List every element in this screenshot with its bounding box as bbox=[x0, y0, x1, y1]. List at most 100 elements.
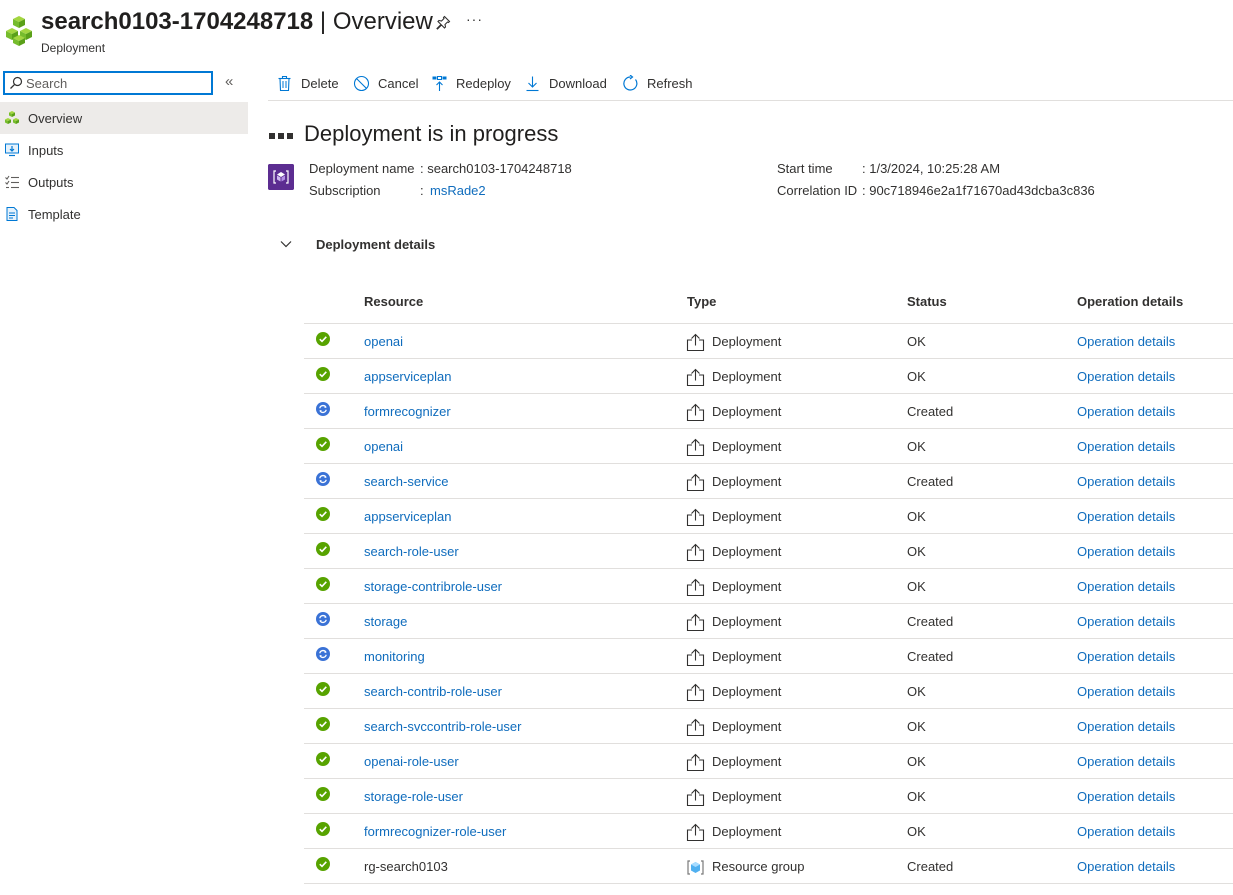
table-row: monitoring Deployment Created Operation det… bbox=[304, 639, 1233, 674]
table-row: search-role-user Deployment OK Operation de… bbox=[304, 534, 1233, 569]
status-text: OK bbox=[907, 684, 926, 699]
deployment-upload-icon bbox=[686, 368, 705, 387]
correlation-id-value: : 90c718946e2a1f71670ad43dcba3c836 bbox=[862, 183, 1095, 198]
operation-details-link[interactable]: Operation details bbox=[1077, 754, 1175, 769]
deployment-upload-icon bbox=[686, 648, 705, 667]
check-circle-icon bbox=[316, 577, 330, 591]
in-progress-icon bbox=[316, 402, 330, 416]
deployment-upload-icon bbox=[686, 718, 705, 737]
refresh-button[interactable]: Refresh bbox=[622, 72, 693, 94]
check-circle-icon bbox=[316, 682, 330, 696]
resource-link[interactable]: openai-role-user bbox=[364, 754, 459, 769]
resource-type: Deployment bbox=[712, 719, 782, 734]
check-circle-icon bbox=[316, 787, 330, 801]
operation-details-link[interactable]: Operation details bbox=[1077, 824, 1175, 839]
cancel-label: Cancel bbox=[378, 75, 419, 91]
redeploy-button[interactable]: Redeploy bbox=[431, 72, 511, 94]
sidebar-item-template[interactable]: Template bbox=[0, 198, 248, 230]
column-header-type[interactable]: Type bbox=[687, 294, 716, 309]
resource-link[interactable]: search-contrib-role-user bbox=[364, 684, 502, 699]
sidebar-item-inputs[interactable]: Inputs bbox=[0, 134, 248, 166]
resource-link[interactable]: openai bbox=[364, 334, 403, 349]
resource-link[interactable]: appserviceplan bbox=[364, 369, 451, 384]
page-header: search0103-1704248718 | Overview Deploym… bbox=[0, 0, 1233, 62]
operation-details-link[interactable]: Operation details bbox=[1077, 719, 1175, 734]
sidebar-search[interactable] bbox=[3, 71, 213, 95]
redeploy-label: Redeploy bbox=[456, 75, 511, 91]
deployment-upload-icon bbox=[686, 823, 705, 842]
table-body: openai Deployment OK Operation details appse… bbox=[304, 324, 1233, 884]
deployment-details-table: Resource Type Status Operation details o… bbox=[304, 283, 1233, 884]
operation-details-link[interactable]: Operation details bbox=[1077, 439, 1175, 454]
resource-link[interactable]: openai bbox=[364, 439, 403, 454]
resource-type: Deployment bbox=[712, 684, 782, 699]
operation-details-link[interactable]: Operation details bbox=[1077, 474, 1175, 489]
operation-details-link[interactable]: Operation details bbox=[1077, 334, 1175, 349]
page-subtitle: Deployment bbox=[41, 41, 106, 55]
column-header-resource[interactable]: Resource bbox=[364, 294, 423, 309]
resource-link[interactable]: storage-contribrole-user bbox=[364, 579, 502, 594]
resource-link[interactable]: appserviceplan bbox=[364, 509, 451, 524]
status-text: OK bbox=[907, 439, 926, 454]
resource-link[interactable]: monitoring bbox=[364, 649, 425, 664]
collapse-sidebar-button[interactable]: « bbox=[225, 73, 233, 90]
search-input[interactable] bbox=[26, 74, 208, 92]
resource-link[interactable]: search-svccontrib-role-user bbox=[364, 719, 522, 734]
more-options-button[interactable]: ··· bbox=[466, 11, 483, 27]
resource-link[interactable]: formrecognizer bbox=[364, 404, 451, 419]
command-bar: Delete Cancel Redeploy Download Refresh bbox=[268, 62, 1233, 101]
status-text: OK bbox=[907, 789, 926, 804]
sidebar-item-overview[interactable]: Overview bbox=[0, 102, 248, 134]
operation-details-link[interactable]: Operation details bbox=[1077, 684, 1175, 699]
table-row: rg-search0103 Resource group Created Operat… bbox=[304, 849, 1233, 884]
resource-type: Deployment bbox=[712, 614, 782, 629]
redeploy-icon bbox=[432, 75, 447, 91]
resource-link[interactable]: formrecognizer-role-user bbox=[364, 824, 506, 839]
download-button[interactable]: Download bbox=[524, 72, 607, 94]
resource-type: Deployment bbox=[712, 509, 782, 524]
pin-icon[interactable] bbox=[435, 15, 451, 31]
status-text: Created bbox=[907, 859, 954, 874]
status-text: OK bbox=[907, 824, 926, 839]
delete-button[interactable]: Delete bbox=[276, 72, 339, 94]
resource-type: Deployment bbox=[712, 789, 782, 804]
deployment-upload-icon bbox=[686, 613, 705, 632]
operation-details-link[interactable]: Operation details bbox=[1077, 369, 1175, 384]
operation-details-link[interactable]: Operation details bbox=[1077, 859, 1175, 874]
operation-details-link[interactable]: Operation details bbox=[1077, 789, 1175, 804]
resource-link[interactable]: search-role-user bbox=[364, 544, 459, 559]
chevron-down-icon[interactable] bbox=[279, 237, 293, 251]
table-row: storage Deployment Created Operation detail… bbox=[304, 604, 1233, 639]
operation-details-link[interactable]: Operation details bbox=[1077, 509, 1175, 524]
sidebar-item-label: Inputs bbox=[28, 143, 64, 158]
resource-link[interactable]: storage bbox=[364, 614, 407, 629]
sidebar-item-label: Outputs bbox=[28, 175, 74, 190]
table-row: storage-contribrole-user Deployment OK Oper… bbox=[304, 569, 1233, 604]
sidebar-item-outputs[interactable]: Outputs bbox=[0, 166, 248, 198]
column-header-status[interactable]: Status bbox=[907, 294, 947, 309]
deployment-upload-icon bbox=[686, 508, 705, 527]
subscription-link[interactable]: msRade2 bbox=[430, 183, 486, 198]
table-row: appserviceplan Deployment OK Operation deta… bbox=[304, 499, 1233, 534]
resource-link[interactable]: search-service bbox=[364, 474, 449, 489]
check-circle-icon bbox=[316, 857, 330, 871]
correlation-id-label: Correlation ID bbox=[777, 183, 858, 198]
status-text: OK bbox=[907, 579, 926, 594]
operation-details-link[interactable]: Operation details bbox=[1077, 404, 1175, 419]
table-row: search-service Deployment Created Operation… bbox=[304, 464, 1233, 499]
download-icon bbox=[526, 76, 539, 91]
deployment-details-title: Deployment details bbox=[316, 237, 436, 252]
column-header-operation-details[interactable]: Operation details bbox=[1077, 294, 1183, 309]
operation-details-link[interactable]: Operation details bbox=[1077, 579, 1175, 594]
resource-link[interactable]: storage-role-user bbox=[364, 789, 463, 804]
operation-details-link[interactable]: Operation details bbox=[1077, 649, 1175, 664]
table-row: storage-role-user Deployment OK Operation d… bbox=[304, 779, 1233, 814]
status-text: OK bbox=[907, 509, 926, 524]
operation-details-link[interactable]: Operation details bbox=[1077, 614, 1175, 629]
status-text: Created bbox=[907, 614, 954, 629]
operation-details-link[interactable]: Operation details bbox=[1077, 544, 1175, 559]
deployment-upload-icon bbox=[686, 578, 705, 597]
cancel-button[interactable]: Cancel bbox=[353, 72, 418, 94]
deployment-upload-icon bbox=[686, 753, 705, 772]
deployment-upload-icon bbox=[686, 403, 705, 422]
